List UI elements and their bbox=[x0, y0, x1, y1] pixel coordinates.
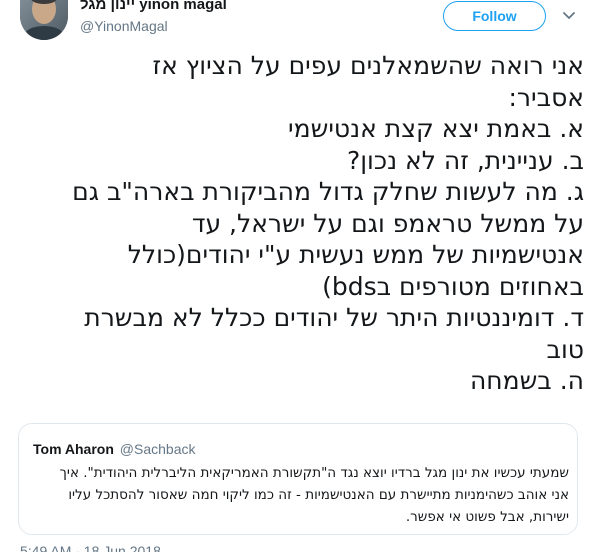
avatar[interactable] bbox=[20, 0, 68, 40]
author-name-row[interactable]: יינון מגל yinon magal bbox=[80, 0, 227, 13]
tweet-line: ד. דומיננטיות היתר של יהודים ככלל לא מבש… bbox=[84, 303, 584, 332]
tweet-line: ג. מה לעשות שחלק גדול מהביקורת בארה"ב גם bbox=[72, 177, 584, 206]
tweet-line: אסביר: bbox=[508, 82, 584, 112]
quoted-tweet-header: Tom Aharon @Sachback bbox=[33, 441, 195, 457]
quoted-tweet[interactable]: Tom Aharon @Sachback שמעתי עכשיו את ינון… bbox=[18, 423, 578, 535]
tweet-text: אני רואה שהשמאלנים עפים על הציוץ אז אסבי… bbox=[18, 50, 584, 397]
follow-button[interactable]: Follow bbox=[443, 1, 546, 31]
quoted-author-name: Tom Aharon bbox=[33, 441, 114, 457]
tweet-card: יינון מגל yinon magal @YinonMagal Follow… bbox=[0, 0, 604, 552]
quoted-tweet-text: שמעתי עכשיו את ינון מגל ברדיו יוצא נגד ה… bbox=[29, 462, 569, 528]
tweet-line: באחוזים מטורפים בbds) bbox=[322, 271, 584, 301]
chevron-down-icon[interactable] bbox=[562, 10, 576, 22]
tweet-line: א. באמת יצא קצת אנטישמי bbox=[288, 114, 584, 143]
quoted-line: ישירות, אבל פשוט אי אפשר. bbox=[405, 509, 569, 525]
author-display-name[interactable]: יינון מגל yinon magal bbox=[80, 0, 227, 13]
quoted-line: אני אוהב כשהימניות מתיישרת עם האנטישמיות… bbox=[68, 487, 569, 503]
tweet-line: ב. עניינית, זה לא נכון? bbox=[346, 145, 584, 175]
tweet-line: אנטישמיות של ממש נעשית ע"י יהודים(כולל bbox=[127, 240, 584, 269]
tweet-line: אני רואה שהשמאלנים עפים על הציוץ אז bbox=[152, 51, 584, 80]
tweet-timestamp[interactable]: 5:49 AM - 18 Jun 2018 bbox=[20, 543, 161, 552]
quoted-line: שמעתי עכשיו את ינון מגל ברדיו יוצא נגד ה… bbox=[59, 465, 569, 481]
author-username[interactable]: @YinonMagal bbox=[80, 18, 168, 34]
quoted-author-username: @Sachback bbox=[119, 441, 196, 457]
tweet-line: טוב bbox=[546, 334, 584, 364]
tweet-line: על ממשל טראמפ וגם על ישראל, עד bbox=[191, 208, 584, 238]
tweet-line: ה. בשמחה bbox=[469, 366, 584, 395]
